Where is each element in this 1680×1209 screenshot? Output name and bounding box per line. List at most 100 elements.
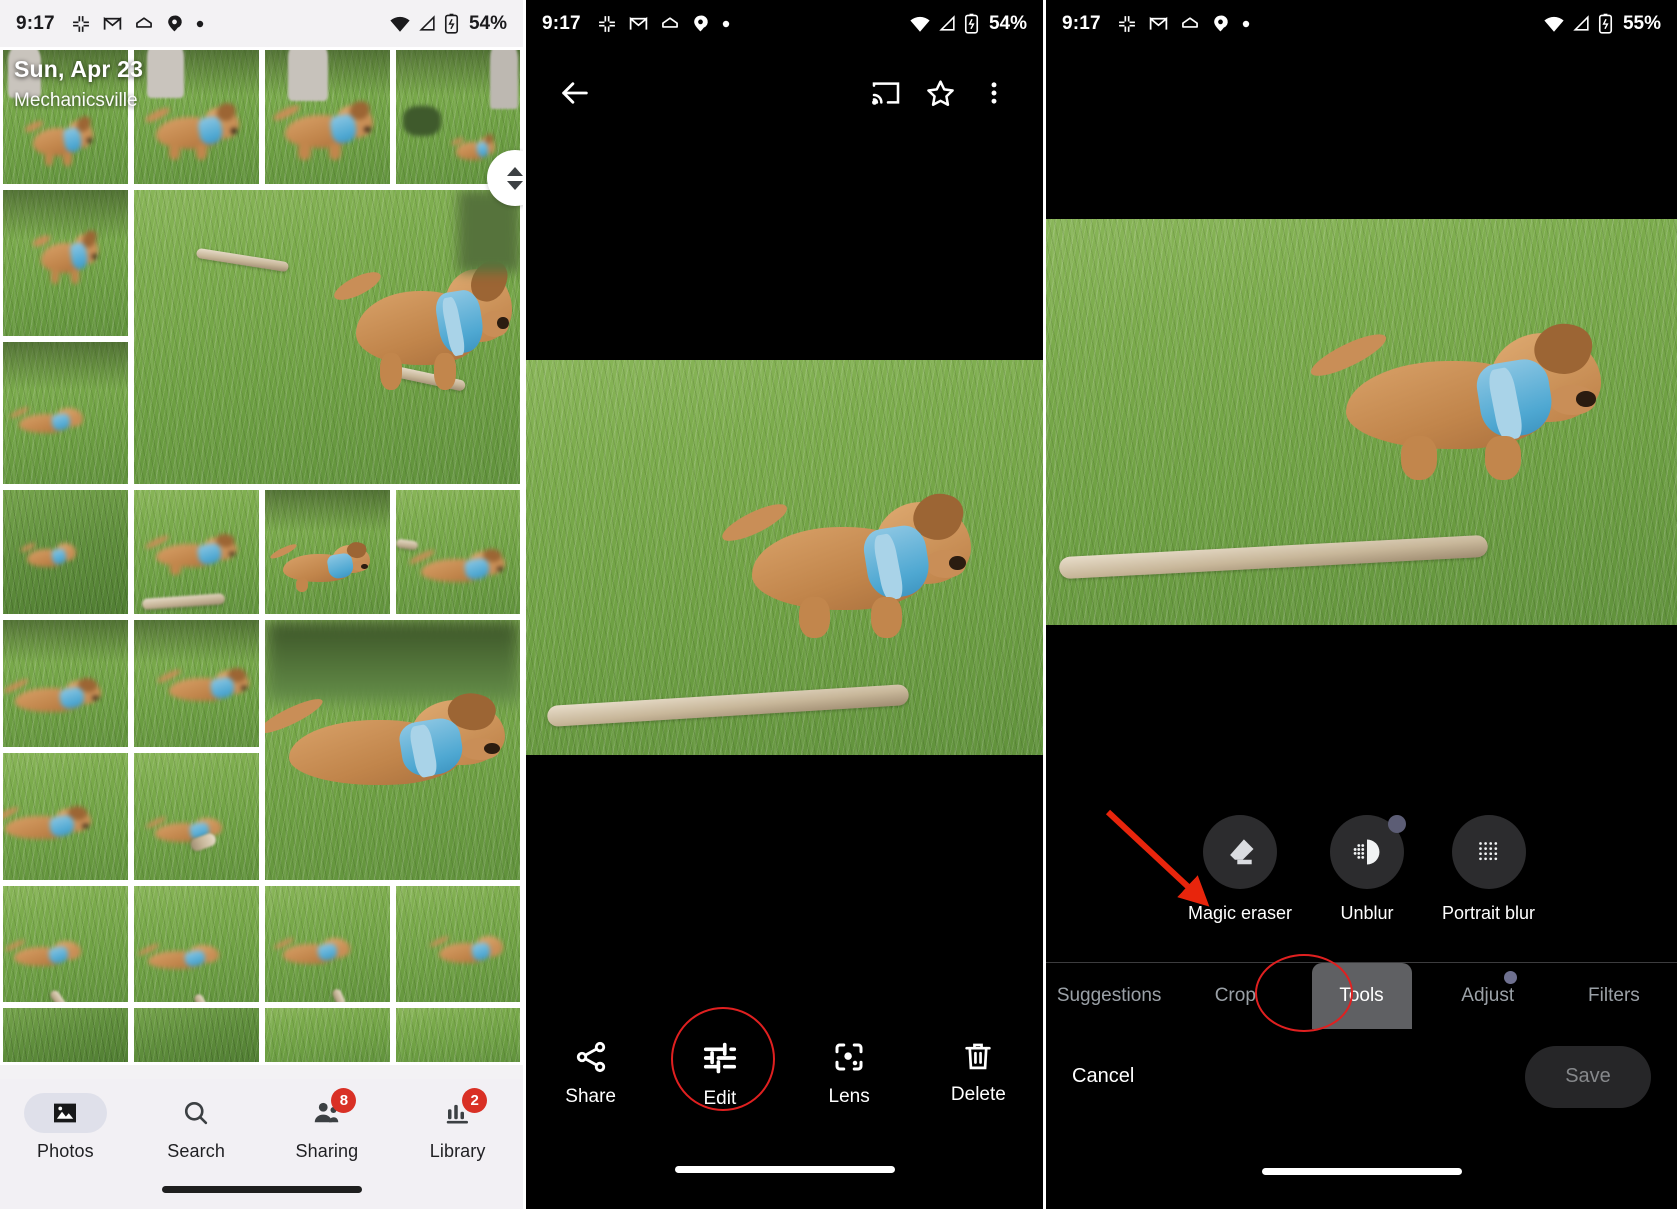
cancel-button[interactable]: Cancel [1072,1065,1134,1088]
gmail-icon [103,16,122,30]
portrait-blur-icon [1478,842,1497,861]
photo-tile[interactable] [0,617,131,750]
photo-tile[interactable] [131,1005,262,1065]
portrait-blur-tool[interactable]: Portrait blur [1442,815,1535,950]
home-icon [661,16,678,28]
photos-icon [54,1103,77,1123]
photo-tile[interactable] [0,187,131,339]
maps-pin-icon [693,15,708,32]
tools-tab[interactable]: Tools [1298,963,1424,1029]
photo-tile[interactable] [0,1005,131,1065]
photo-grid[interactable] [0,47,523,1065]
photo-tile[interactable] [0,339,131,487]
back-arrow-icon [562,82,588,104]
slack-icon [72,15,89,32]
overflow-menu-button[interactable] [967,66,1021,120]
status-bar: 9:17 54% [526,0,1043,47]
photo-editor-panel: 9:17 55% Magic eraser Unblur Portrait bl… [1043,0,1677,1209]
home-indicator [161,1186,362,1193]
unblur-tool[interactable]: Unblur [1330,815,1406,950]
signal-icon [419,15,435,31]
unblur-new-dot [1388,815,1406,833]
nav-pill-search [155,1093,238,1133]
photo-tile[interactable] [262,1005,393,1065]
suggestions-tab[interactable]: Suggestions [1046,963,1172,1029]
dot-icon [722,20,730,27]
photo-tile[interactable] [393,1005,523,1065]
slack-icon [598,15,615,32]
battery-charging-icon [964,13,979,34]
delete-action-button[interactable]: Delete [914,1039,1043,1106]
editor-photo[interactable] [1046,219,1677,625]
nav-item-search[interactable]: Search [131,1093,262,1162]
photo-tile[interactable] [262,47,393,187]
more-vert-icon [991,82,997,104]
suggestions-tab-label: Suggestions [1056,985,1162,1006]
photo-tile-featured[interactable] [131,187,523,487]
status-bar: 9:17 54% [0,0,523,47]
status-time: 9:17 [542,12,581,34]
photo-tile[interactable] [131,487,262,617]
magic-eraser-tool[interactable]: Magic eraser [1188,815,1292,950]
nav-pill-photos [23,1093,107,1133]
photo-tile[interactable] [131,617,262,750]
chevron-down-icon [507,180,523,190]
adjust-new-dot [1503,971,1517,984]
nav-item-sharing[interactable]: 8 Sharing [262,1088,393,1162]
photo-tile[interactable] [131,47,262,187]
edit-action-label: Edit [703,1088,737,1109]
portrait-blur-label: Portrait blur [1442,903,1536,923]
photo-tile[interactable] [393,487,523,617]
nav-label-library: Library [429,1141,486,1161]
photo-tile[interactable] [393,883,523,1005]
magic-eraser-label: Magic eraser [1187,903,1292,923]
battery-percent: 54% [988,12,1027,34]
nav-label-photos: Photos [37,1141,94,1161]
photo-tile[interactable] [0,487,131,617]
chevron-up-icon [507,166,523,176]
share-action-button[interactable]: Share [526,1039,655,1108]
photo-tile[interactable] [0,47,131,187]
slack-icon [1118,15,1135,32]
viewer-photo[interactable] [526,360,1043,755]
edit-action-button[interactable]: Edit [655,1039,784,1110]
nav-pill-library: 2 [416,1088,499,1133]
photo-tile[interactable] [0,883,131,1005]
photo-tile[interactable] [262,883,393,1005]
battery-percent: 55% [1622,12,1661,34]
status-system-icons: 54% [389,13,507,35]
status-time: 9:17 [1062,12,1101,34]
crop-tab[interactable]: Crop [1172,963,1298,1029]
share-icon [576,1041,605,1073]
wifi-icon [1544,16,1564,32]
nav-pill-sharing: 8 [285,1088,368,1133]
photo-tile-featured[interactable] [262,617,523,883]
nav-item-library[interactable]: 2 Library [392,1088,523,1162]
photo-tile[interactable] [262,487,393,617]
filters-tab[interactable]: Filters [1551,963,1677,1029]
unblur-label: Unblur [1340,903,1394,923]
editor-tools-row: Magic eraser Unblur Portrait blur [1046,815,1677,950]
back-button[interactable] [548,66,602,120]
editor-tab-row: Suggestions Crop Tools Adjust Filters [1046,963,1677,1029]
nav-label-search: Search [167,1141,225,1161]
viewer-action-bar: Share Edit Lens Delete [526,1039,1043,1157]
tune-icon [703,1042,736,1074]
lens-action-button[interactable]: Lens [785,1039,914,1108]
favorite-button[interactable] [913,66,967,120]
save-button[interactable]: Save [1525,1045,1651,1108]
trash-icon [965,1043,992,1070]
star-outline-icon [926,79,954,106]
signal-icon [1573,15,1589,31]
photo-tile[interactable] [131,883,262,1005]
photo-tile[interactable] [131,750,262,883]
battery-percent: 54% [468,12,507,34]
lens-icon [835,1043,863,1071]
adjust-tab[interactable]: Adjust [1425,963,1551,1029]
cast-button[interactable] [859,66,913,120]
nav-item-photos[interactable]: Photos [0,1093,131,1162]
status-time: 9:17 [16,12,55,34]
status-bar: 9:17 55% [1046,0,1677,47]
photo-tile[interactable] [0,750,131,883]
search-icon [185,1101,208,1125]
